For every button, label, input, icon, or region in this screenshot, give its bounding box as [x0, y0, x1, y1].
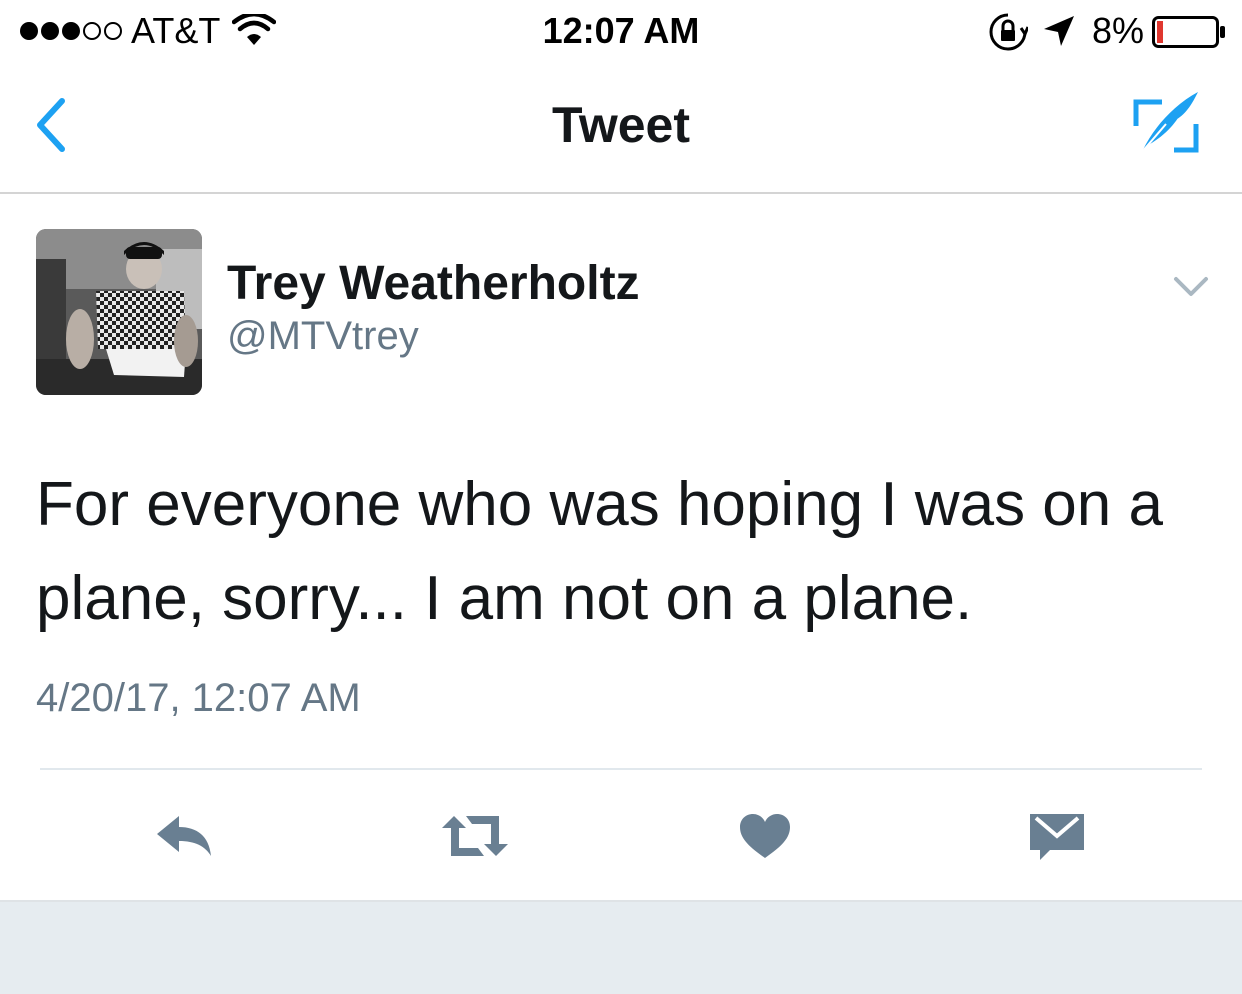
heart-icon: [740, 814, 790, 858]
direct-message-button[interactable]: [1022, 806, 1092, 866]
retweet-icon: [442, 816, 508, 856]
reply-button[interactable]: [150, 806, 220, 866]
retweet-button[interactable]: [440, 806, 510, 866]
profile-photo-icon: [36, 229, 202, 395]
username-handle[interactable]: @MTVtrey: [227, 314, 419, 359]
orientation-lock-icon: [989, 13, 1028, 51]
divider: [40, 768, 1202, 770]
envelope-icon: [1030, 814, 1084, 860]
compose-tweet-icon[interactable]: [1130, 88, 1200, 158]
battery-icon: [1152, 16, 1225, 48]
battery-percentage: 8%: [1092, 10, 1145, 51]
tweet-timestamp: 4/20/17, 12:07 AM: [36, 676, 361, 720]
status-bar: AT&T 12:07 AM 8%: [0, 0, 1242, 64]
navigation-bar: Tweet: [0, 64, 1242, 194]
chevron-down-icon[interactable]: [1172, 274, 1210, 300]
display-name[interactable]: Trey Weatherholtz: [227, 256, 640, 311]
footer-background: [0, 900, 1242, 994]
avatar[interactable]: [36, 229, 202, 395]
reply-icon: [157, 816, 211, 856]
location-arrow-icon: [1044, 16, 1074, 46]
like-button[interactable]: [730, 806, 800, 866]
page-title: Tweet: [552, 97, 690, 153]
tweet-text: For everyone who was hoping I was on a p…: [36, 470, 1163, 633]
